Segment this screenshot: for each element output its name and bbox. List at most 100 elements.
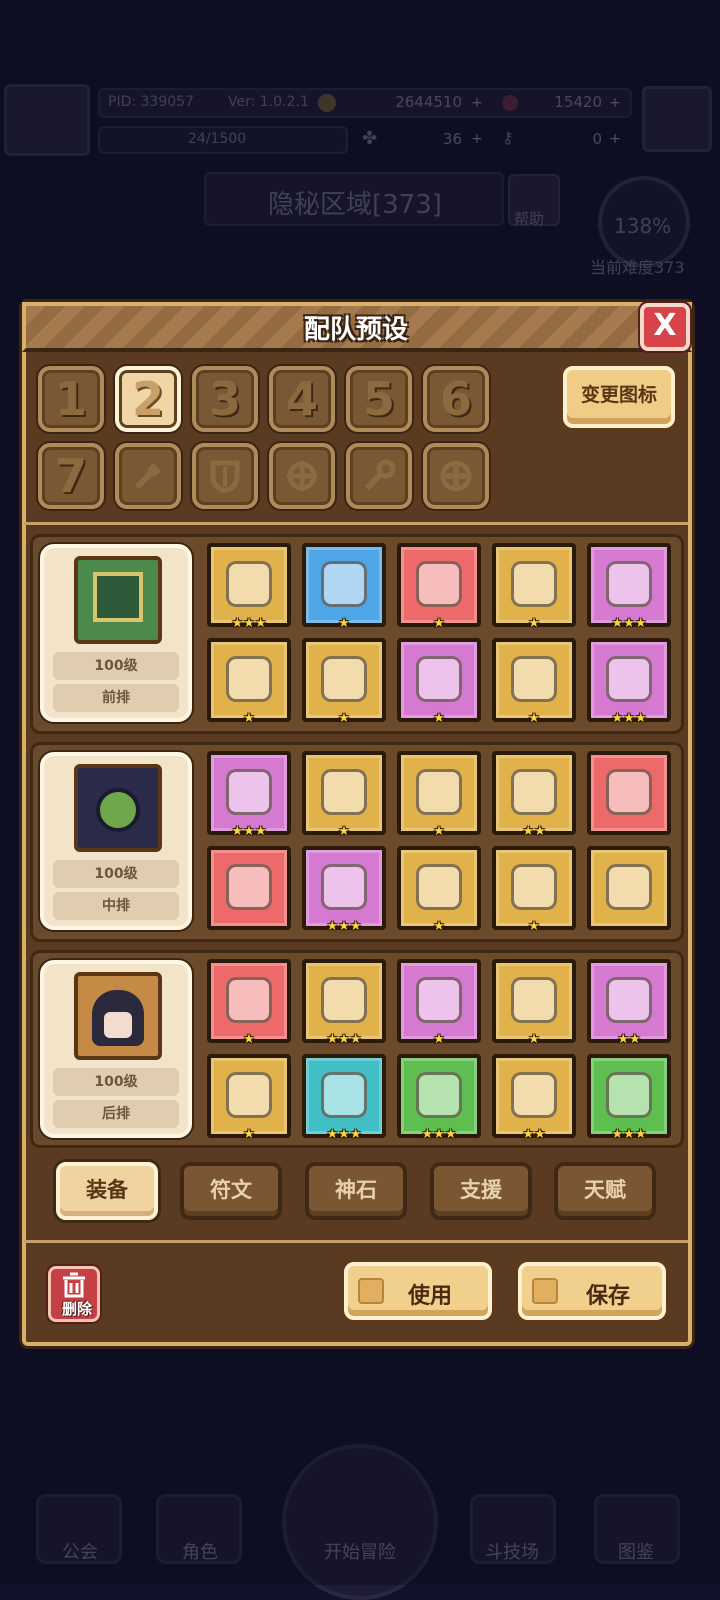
wooden-staff-icon: [226, 977, 272, 1023]
leather-boots-icon: [606, 656, 652, 702]
use-label: 使用: [408, 1284, 453, 1309]
leather-boots-slot[interactable]: ★★★: [587, 638, 671, 726]
item-stars: ★: [338, 616, 350, 631]
preset-slot-4[interactable]: 4: [269, 366, 335, 432]
divider-bottom: [24, 1240, 688, 1243]
staff-icon: [364, 459, 396, 491]
item-stars: ★★: [522, 824, 546, 839]
save-button[interactable]: 保存: [518, 1262, 666, 1320]
item-stars: ★: [433, 711, 445, 726]
diamond-ring-slot[interactable]: ★★: [587, 959, 671, 1047]
blue-rose-slot[interactable]: ★★: [492, 751, 576, 839]
item-stars: ★★: [617, 1032, 641, 1047]
item-stars: ★★★: [421, 1127, 457, 1142]
green-skin-hero-icon: [96, 788, 140, 832]
preset-slot-staff[interactable]: [346, 443, 412, 509]
hero-position-front: 前排: [53, 684, 179, 712]
crystal-ring-icon: [606, 561, 652, 607]
bandage-slot[interactable]: ★★★: [397, 1054, 481, 1142]
heart-choker-slot[interactable]: ★: [397, 959, 481, 1046]
item-stars: ★★: [522, 1127, 546, 1142]
chain-mail-icon: [321, 1072, 367, 1118]
tiara-slot[interactable]: ★: [492, 846, 576, 934]
item-stars: ★: [528, 711, 540, 726]
item-stars: ★★★: [611, 711, 647, 726]
item-stars: ★★★: [326, 919, 362, 934]
dark-armor-slot[interactable]: ★★★: [302, 846, 386, 934]
preset-slot-crosshair[interactable]: [269, 443, 335, 509]
holy-shield-slot[interactable]: ★: [302, 751, 386, 838]
item-stars: ★★★: [326, 1127, 362, 1142]
save-icon: [532, 1278, 558, 1304]
item-stars: ★: [528, 919, 540, 934]
close-button[interactable]: X: [640, 303, 690, 351]
gold-ring-slot[interactable]: [587, 751, 671, 835]
tab-support[interactable]: 支援: [430, 1162, 532, 1220]
shell-slot[interactable]: ★: [302, 543, 386, 631]
gem-brooch-icon: [511, 977, 557, 1023]
hero-level-back: 100级: [53, 1068, 179, 1096]
gem-brooch-slot[interactable]: ★: [492, 959, 576, 1046]
preset-slot-7[interactable]: 7: [38, 443, 104, 509]
preset-slot-1[interactable]: 1: [38, 366, 104, 432]
preset-slot-3[interactable]: 3: [192, 366, 258, 432]
flame-sword-slot[interactable]: ★★★: [207, 543, 291, 630]
ruby-plate-icon: [511, 561, 557, 607]
preset-slot-6[interactable]: 6: [423, 366, 489, 432]
preset-slot-shield[interactable]: [192, 443, 258, 509]
straw-hat-icon: [226, 864, 272, 910]
tab-runes[interactable]: 符文: [180, 1162, 282, 1220]
ice-scroll-slot[interactable]: ★: [397, 638, 481, 726]
magic-wand-icon: [226, 769, 272, 815]
tab-equipment[interactable]: 装备: [56, 1162, 158, 1220]
ice-boots-slot[interactable]: [587, 846, 671, 930]
item-stars: ★: [243, 1032, 255, 1047]
jade-ring-slot[interactable]: ★: [492, 638, 576, 726]
item-stars: ★★★: [611, 616, 647, 631]
crossed-swords-icon: [321, 977, 367, 1023]
preset-slot-sword[interactable]: [115, 443, 181, 509]
eye-amulet-slot[interactable]: ★★: [492, 1054, 576, 1142]
use-button[interactable]: 使用: [344, 1262, 492, 1320]
preset-slot-cross[interactable]: [423, 443, 489, 509]
hero-position-middle: 中排: [53, 892, 179, 920]
flame-sword-icon: [226, 561, 272, 607]
holy-shield-icon: [321, 769, 367, 815]
heart-necklace-slot[interactable]: ★: [397, 751, 481, 838]
winged-gem-slot[interactable]: ★: [397, 846, 481, 933]
hero-level-front: 100级: [53, 652, 179, 680]
crystal-ring-slot[interactable]: ★★★: [587, 543, 671, 631]
ice-boots-icon: [606, 864, 652, 910]
heart-choker-icon: [416, 977, 462, 1023]
jade-ring-icon: [511, 656, 557, 702]
dark-hair-hero-icon: [92, 990, 144, 1046]
delete-label: 删除: [61, 1300, 92, 1318]
horned-helmet-slot[interactable]: ★: [207, 638, 291, 725]
wooden-staff-slot[interactable]: ★: [207, 959, 291, 1047]
framed-picture-icon: [93, 572, 143, 622]
preset-slot-2[interactable]: 2: [115, 366, 181, 432]
iron-boots-icon: [606, 1072, 652, 1118]
plaid-pendant-slot[interactable]: ★: [397, 543, 481, 630]
diamond-ring-icon: [606, 977, 652, 1023]
chain-mail-slot[interactable]: ★★★: [302, 1054, 386, 1142]
tab-talents[interactable]: 天赋: [554, 1162, 656, 1220]
preset-slot-5[interactable]: 5: [346, 366, 412, 432]
cross-icon: [440, 460, 472, 492]
crossed-swords-slot[interactable]: ★★★: [302, 959, 386, 1046]
ruby-plate-slot[interactable]: ★: [492, 543, 576, 630]
shell-icon: [321, 561, 367, 607]
hero-level-middle: 100级: [53, 860, 179, 888]
green-hat-slot[interactable]: ★: [207, 1054, 291, 1142]
gold-ring-icon: [606, 769, 652, 815]
straw-hat-slot[interactable]: [207, 846, 291, 930]
magic-wand-slot[interactable]: ★★★: [207, 751, 291, 838]
tab-god-stones[interactable]: 神石: [305, 1162, 407, 1220]
golden-armor-slot[interactable]: ★: [302, 638, 386, 725]
delete-button[interactable]: 删除: [48, 1266, 100, 1322]
blue-rose-icon: [511, 769, 557, 815]
iron-boots-slot[interactable]: ★★★: [587, 1054, 671, 1141]
item-stars: ★: [243, 1127, 255, 1142]
change-icon-button[interactable]: 变更图标: [563, 366, 675, 428]
bandage-icon: [416, 1072, 462, 1118]
